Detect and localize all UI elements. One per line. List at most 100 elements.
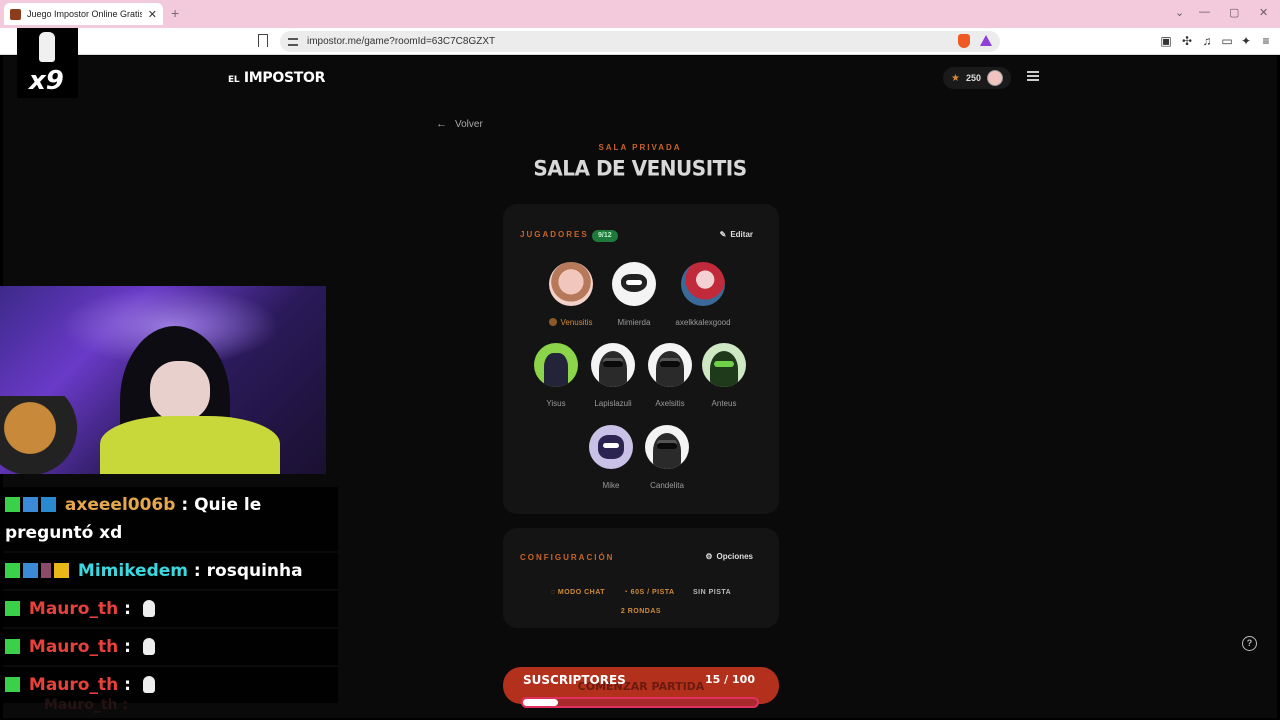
chat-username: axeeel006b — [64, 495, 176, 515]
kick-badge-icon — [5, 563, 20, 578]
tag-rounds: 2 RONDAS — [620, 608, 662, 615]
browser-tab[interactable]: Juego Impostor Online Gratis - J ✕ — [4, 3, 163, 25]
new-tab-button[interactable]: + — [171, 5, 179, 21]
maximize-button[interactable]: ▢ — [1229, 6, 1239, 19]
config-card: CONFIGURACIÓN ⚙ Opciones ◌ MODO CHAT ◔ 6… — [503, 528, 779, 628]
edit-label: Editar — [730, 230, 753, 239]
player-slot[interactable]: Candelita — [627, 425, 707, 490]
sidebar-icon[interactable]: ▭ — [1221, 35, 1233, 47]
subs-progress-bar — [521, 697, 759, 708]
kick-badge-icon — [5, 601, 20, 616]
brave-shields-icon[interactable] — [958, 34, 970, 48]
tab-close-icon[interactable]: ✕ — [148, 8, 157, 21]
edit-button[interactable]: ✎ Editar — [720, 230, 753, 239]
chat-message: Mauro_th : — [0, 629, 338, 665]
chat-message: axeeel006b : Quie le preguntó xd — [0, 487, 338, 551]
subscriber-badge-icon — [23, 563, 38, 578]
minimize-button[interactable]: — — [1199, 6, 1210, 18]
webcam-feed — [0, 286, 326, 474]
og-badge-icon — [41, 497, 56, 512]
chat-message-fading: Mauro_th : — [44, 697, 128, 713]
site-favicon-icon — [10, 8, 21, 20]
player-slot[interactable]: Mimierda — [594, 262, 674, 327]
player-avatar — [645, 425, 689, 469]
goose-emote-icon — [142, 638, 155, 655]
player-slot[interactable]: axelkkalexgood — [663, 262, 743, 327]
config-label: CONFIGURACIÓN — [520, 553, 615, 562]
player-name: Candelita — [650, 481, 684, 490]
browser-menu-icon[interactable]: ≡ — [1260, 35, 1272, 47]
brave-rewards-icon[interactable] — [980, 35, 992, 46]
site-info-icon[interactable] — [288, 37, 298, 46]
player-avatar — [534, 343, 578, 387]
gifter-badge-icon — [41, 563, 51, 578]
coins-pill[interactable]: ★ 250 — [943, 67, 1011, 89]
kick-badge-icon — [5, 677, 20, 692]
player-name: Mimierda — [617, 318, 651, 327]
player-count-badge: 9/12 — [592, 230, 618, 242]
chat-username: Mauro_th — [28, 637, 119, 657]
multiplier-text: x9 — [29, 66, 64, 96]
chat-text: : — [118, 599, 137, 619]
subscriber-badge-icon — [23, 497, 38, 512]
pencil-icon: ✎ — [719, 230, 727, 239]
config-tags-row: ◌ MODO CHAT ◔ 60S / PISTA SIN PISTA — [503, 581, 779, 599]
chat-message: Mauro_th : — [0, 591, 338, 627]
player-slot[interactable]: Anteus — [684, 343, 764, 408]
close-window-button[interactable]: ✕ — [1259, 6, 1268, 19]
player-name: axelkkalexgood — [675, 318, 731, 327]
start-game-button[interactable]: COMENZAR PARTIDA SUSCRIPTORES 15 / 100 — [503, 667, 779, 708]
stream-chat: axeeel006b : Quie le preguntó xd Mimiked… — [0, 487, 338, 705]
kick-badge-icon — [5, 497, 20, 512]
media-icon[interactable]: ♫ — [1201, 35, 1213, 47]
chat-text: : — [118, 675, 137, 695]
url-field[interactable]: impostor.me/game?roomId=63C7C8GZXT — [280, 31, 1000, 52]
site-logo[interactable]: EL IMPOSTOR — [228, 70, 325, 86]
subs-progress-fill — [523, 699, 559, 706]
tag-no-clue: SIN PISTA — [693, 589, 732, 596]
chat-username: Mauro_th — [28, 675, 119, 695]
address-bar: impostor.me/game?roomId=63C7C8GZXT ▣ ✣ ♫… — [0, 28, 1280, 55]
gear-icon: ⚙ — [705, 552, 713, 561]
help-icon[interactable]: ? — [1242, 636, 1257, 651]
room-kicker: SALA PRIVADA — [598, 143, 682, 152]
room-title: SALA DE VENUSITIS — [533, 155, 747, 181]
browser-tab-strip: Juego Impostor Online Gratis - J ✕ + ⌄ —… — [0, 0, 1280, 28]
star-icon: ★ — [951, 72, 960, 84]
back-button[interactable]: ← Volver — [430, 114, 489, 134]
chat-username: Mimikedem — [77, 561, 188, 581]
url-text[interactable]: impostor.me/game?roomId=63C7C8GZXT — [307, 36, 495, 47]
subs-goal-count: 15 / 100 — [705, 673, 755, 686]
options-label: Opciones — [716, 552, 753, 561]
players-label: JUGADORES — [520, 230, 589, 239]
player-avatar — [702, 343, 746, 387]
player-avatar — [681, 262, 725, 306]
config-tags-row: 2 RONDAS — [503, 600, 779, 618]
tag-chat-mode: ◌ MODO CHAT — [550, 589, 606, 596]
player-name: Anteus — [711, 399, 737, 408]
kick-badge-icon — [5, 639, 20, 654]
wallet-icon[interactable]: ▣ — [1160, 35, 1172, 47]
hamburger-menu-icon[interactable] — [1027, 71, 1039, 81]
bookmark-icon[interactable] — [258, 34, 268, 47]
goose-emote-icon — [142, 600, 155, 617]
arrow-left-icon: ← — [436, 118, 447, 130]
multiplier-overlay: x9 — [17, 28, 78, 98]
user-avatar[interactable] — [987, 70, 1003, 86]
chat-username: Mauro_th — [28, 599, 119, 619]
options-button[interactable]: ⚙ Opciones — [705, 552, 753, 561]
player-avatar — [549, 262, 593, 306]
player-avatar — [612, 262, 656, 306]
back-label: Volver — [455, 118, 483, 130]
leo-ai-icon[interactable]: ✦ — [1240, 35, 1252, 47]
extensions-icon[interactable]: ✣ — [1181, 35, 1193, 47]
chat-text: : — [118, 637, 137, 657]
hand-icon — [39, 32, 55, 62]
goose-emote-icon — [142, 676, 155, 693]
chat-message: Mimikedem : rosquinha — [0, 553, 338, 589]
host-crown-icon — [549, 318, 558, 326]
tag-time-per-clue: ◔ 60S / PISTA — [623, 589, 675, 596]
players-card: JUGADORES 9/12 ✎ Editar Venusitis Mimier… — [503, 204, 779, 514]
crown-badge-icon — [54, 563, 69, 578]
tab-search-icon[interactable]: ⌄ — [1175, 6, 1184, 19]
